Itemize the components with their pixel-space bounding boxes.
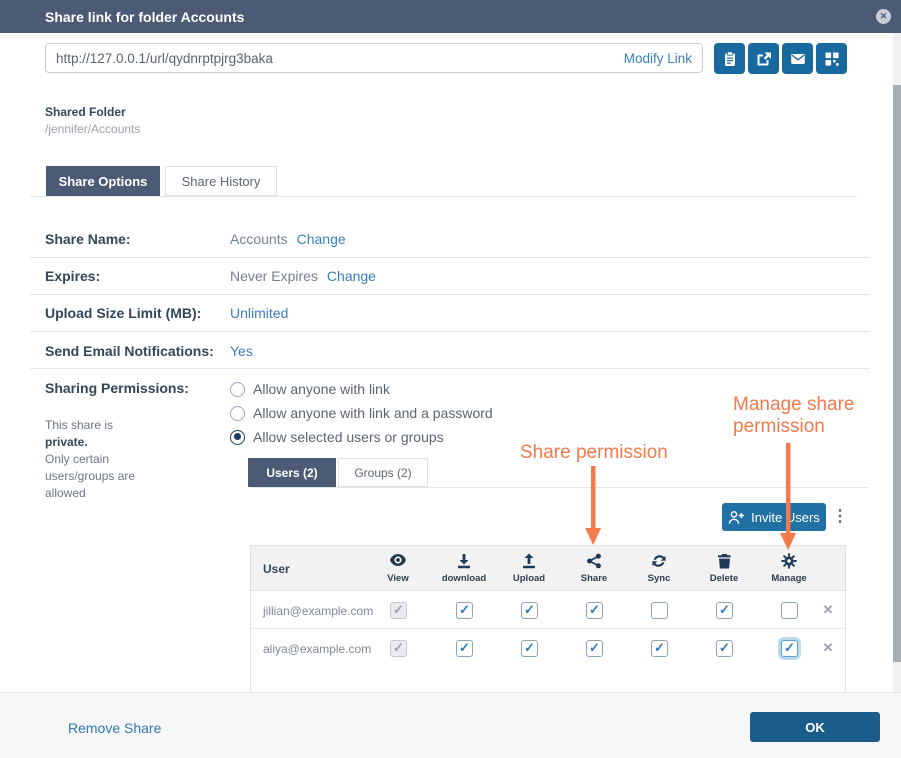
expires-label: Expires: (45, 268, 100, 284)
open-link-button[interactable] (748, 43, 779, 74)
copy-link-button[interactable] (714, 43, 745, 74)
share-url: http://127.0.0.1/url/qydnrptpjrg3baka (56, 51, 273, 66)
remove-user-icon[interactable]: ✕ (819, 640, 837, 656)
radio-icon[interactable] (230, 406, 245, 421)
person-plus-icon (728, 510, 745, 525)
email-notifications-label: Send Email Notifications: (45, 343, 214, 359)
private-share-note: This share is private. Only certain user… (45, 417, 205, 502)
external-link-icon (756, 51, 772, 67)
more-options-kebab-icon[interactable]: ⋮ (832, 504, 846, 530)
table-row: aliya@example.com ✕ (251, 629, 845, 667)
remove-share-link[interactable]: Remove Share (68, 720, 161, 736)
qr-code-button[interactable] (816, 43, 847, 74)
qr-code-icon (824, 51, 840, 67)
email-notifications-value: Yes (230, 343, 253, 359)
user-permissions-table: User View download Upload (250, 545, 846, 692)
download-checkbox[interactable] (456, 640, 473, 657)
user-column-header: User (263, 562, 290, 576)
dialog-footer: Remove Share OK (0, 692, 901, 758)
dialog-header: Share link for folder Accounts ✕ (0, 0, 901, 33)
ok-button[interactable]: OK (750, 712, 880, 742)
user-email: jillian@example.com (263, 604, 373, 618)
column-share: Share (566, 546, 622, 584)
tab-groups[interactable]: Groups (2) (338, 458, 428, 487)
share-permission-annotation: Share permission (520, 442, 668, 464)
row-divider (30, 294, 870, 295)
radio-icon[interactable] (230, 382, 245, 397)
upload-size-limit-label: Upload Size Limit (MB): (45, 305, 201, 321)
trash-icon (696, 553, 752, 571)
view-checkbox (390, 640, 407, 657)
selection-tab-divider (250, 487, 868, 488)
share-name-label: Share Name: (45, 231, 131, 247)
manage-share-arrow (779, 443, 797, 551)
radio-anyone-with-link[interactable]: Allow anyone with link (230, 381, 390, 397)
gear-icon (761, 553, 817, 571)
tab-users[interactable]: Users (2) (248, 458, 336, 487)
shared-folder-path: /jennifer/Accounts (45, 122, 140, 136)
sync-checkbox[interactable] (651, 602, 668, 619)
upload-checkbox[interactable] (521, 640, 538, 657)
modify-link[interactable]: Modify Link (624, 51, 692, 66)
upload-size-limit-value: Unlimited (230, 305, 288, 321)
column-manage: Manage (761, 546, 817, 584)
scrollbar-thumb[interactable] (893, 85, 901, 662)
table-row: jillian@example.com ✕ (251, 591, 845, 629)
column-delete: Delete (696, 546, 752, 584)
download-checkbox[interactable] (456, 602, 473, 619)
share-name-change-link[interactable]: Change (297, 231, 346, 247)
remove-user-icon[interactable]: ✕ (819, 602, 837, 618)
sharing-permissions-label: Sharing Permissions: (45, 380, 189, 396)
download-icon (436, 553, 492, 571)
radio-selected-users-groups[interactable]: Allow selected users or groups (230, 429, 444, 445)
share-url-field[interactable]: http://127.0.0.1/url/qydnrptpjrg3baka Mo… (45, 43, 703, 73)
clipboard-icon (722, 51, 738, 67)
tab-share-options[interactable]: Share Options (46, 166, 160, 196)
envelope-icon (790, 51, 806, 67)
column-sync: Sync (631, 546, 687, 584)
upload-checkbox[interactable] (521, 602, 538, 619)
invite-users-button[interactable]: Invite Users (722, 503, 826, 531)
dialog-title: Share link for folder Accounts (45, 9, 244, 25)
upload-size-limit-link[interactable]: Unlimited (230, 305, 288, 321)
email-notifications-link[interactable]: Yes (230, 343, 253, 359)
radio-anyone-with-password[interactable]: Allow anyone with link and a password (230, 405, 493, 421)
row-divider (30, 368, 870, 369)
user-email: aliya@example.com (263, 642, 371, 656)
table-header: User View download Upload (251, 546, 845, 591)
share-icon (566, 553, 622, 571)
column-view: View (370, 546, 426, 584)
view-checkbox (390, 602, 407, 619)
expires-change-link[interactable]: Change (327, 268, 376, 284)
eye-icon (370, 553, 426, 571)
shared-folder-label: Shared Folder (45, 105, 126, 119)
share-link-dialog: Share link for folder Accounts ✕ http://… (0, 0, 901, 758)
share-checkbox[interactable] (586, 640, 603, 657)
tab-divider (30, 196, 857, 197)
sync-checkbox[interactable] (651, 640, 668, 657)
expires-value: Never Expires Change (230, 268, 376, 284)
share-name-value: Accounts Change (230, 231, 346, 247)
delete-checkbox[interactable] (716, 602, 733, 619)
radio-icon-selected[interactable] (230, 430, 245, 445)
email-link-button[interactable] (782, 43, 813, 74)
manage-checkbox[interactable] (781, 602, 798, 619)
row-divider (30, 331, 870, 332)
delete-checkbox[interactable] (716, 640, 733, 657)
row-divider (30, 257, 870, 258)
scrollbar-track[interactable] (893, 33, 901, 692)
sync-icon (631, 553, 687, 571)
close-icon[interactable]: ✕ (876, 9, 891, 24)
upload-icon (501, 553, 557, 571)
column-upload: Upload (501, 546, 557, 584)
column-download: download (436, 546, 492, 584)
manage-share-annotation: Manage share permission (733, 394, 854, 438)
share-checkbox[interactable] (586, 602, 603, 619)
tab-share-history[interactable]: Share History (165, 166, 277, 196)
manage-checkbox[interactable] (781, 640, 798, 657)
share-permission-arrow (584, 466, 602, 546)
